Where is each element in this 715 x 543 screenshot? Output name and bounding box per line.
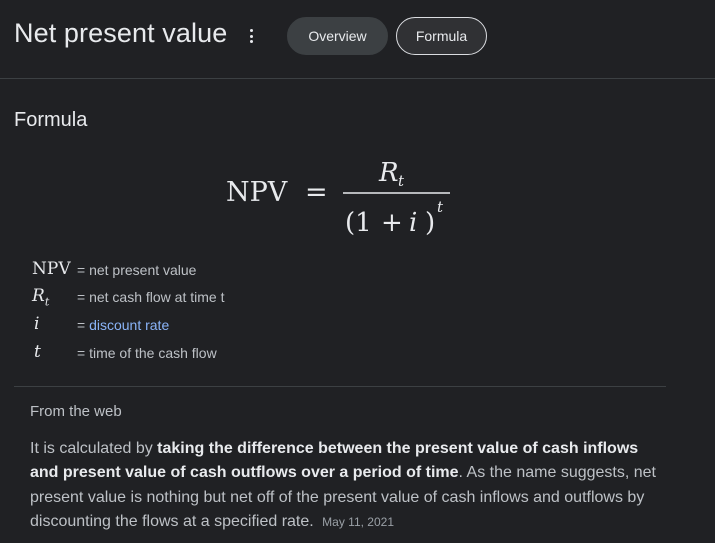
snippet-date: May 11, 2021 bbox=[322, 515, 394, 530]
snippet-text-start: It is calculated by bbox=[30, 440, 158, 457]
web-snippet: It is calculated by taking the differenc… bbox=[30, 437, 670, 535]
legend-definition: = time of the cash flow bbox=[77, 345, 217, 361]
tab-formula[interactable]: Formula bbox=[396, 17, 487, 55]
legend-symbol: NPV bbox=[32, 259, 71, 279]
more-vert-icon[interactable] bbox=[244, 26, 258, 46]
legend-row-t: t = time of the cash flow bbox=[32, 342, 292, 366]
discount-rate-link[interactable]: discount rate bbox=[89, 317, 169, 333]
formula-denominator-open: (1 bbox=[345, 208, 372, 238]
legend-definition: = net cash flow at time t bbox=[77, 289, 225, 305]
legend-definition-prefix: = bbox=[77, 317, 90, 333]
legend-symbol-subscript: t bbox=[44, 295, 50, 309]
npv-formula: NPV = R t (1 + i ) t bbox=[226, 158, 450, 238]
formula-denominator-plus: + bbox=[381, 208, 403, 238]
legend-definition: = discount rate bbox=[77, 317, 169, 333]
formula-denominator-var: i bbox=[409, 208, 417, 238]
legend-symbol: i bbox=[34, 314, 40, 334]
divider bbox=[14, 386, 666, 387]
knowledge-panel: Net present value Overview Formula Formu… bbox=[0, 0, 715, 543]
tab-overview[interactable]: Overview bbox=[287, 17, 388, 55]
legend-row-npv: NPV = net present value bbox=[32, 259, 292, 283]
legend-symbol: t bbox=[34, 342, 41, 362]
legend-symbol: Rt bbox=[32, 286, 49, 308]
formula-denominator-close: ) bbox=[425, 208, 435, 238]
formula-numerator-subscript: t bbox=[398, 172, 405, 190]
formula-denominator-exponent: t bbox=[437, 198, 444, 216]
legend-row-i: i = discount rate bbox=[32, 314, 292, 338]
formula-equals: = bbox=[305, 177, 328, 208]
header: Net present value Overview Formula bbox=[0, 0, 715, 79]
formula-numerator: R bbox=[378, 158, 399, 188]
formula-lhs: NPV bbox=[226, 177, 288, 208]
from-the-web-label: From the web bbox=[30, 403, 122, 420]
page-title: Net present value bbox=[14, 18, 228, 48]
legend-symbol-main: R bbox=[32, 286, 45, 306]
formula-heading: Formula bbox=[14, 109, 88, 131]
legend-row-rt: Rt = net cash flow at time t bbox=[32, 286, 292, 310]
legend-definition: = net present value bbox=[77, 262, 197, 278]
